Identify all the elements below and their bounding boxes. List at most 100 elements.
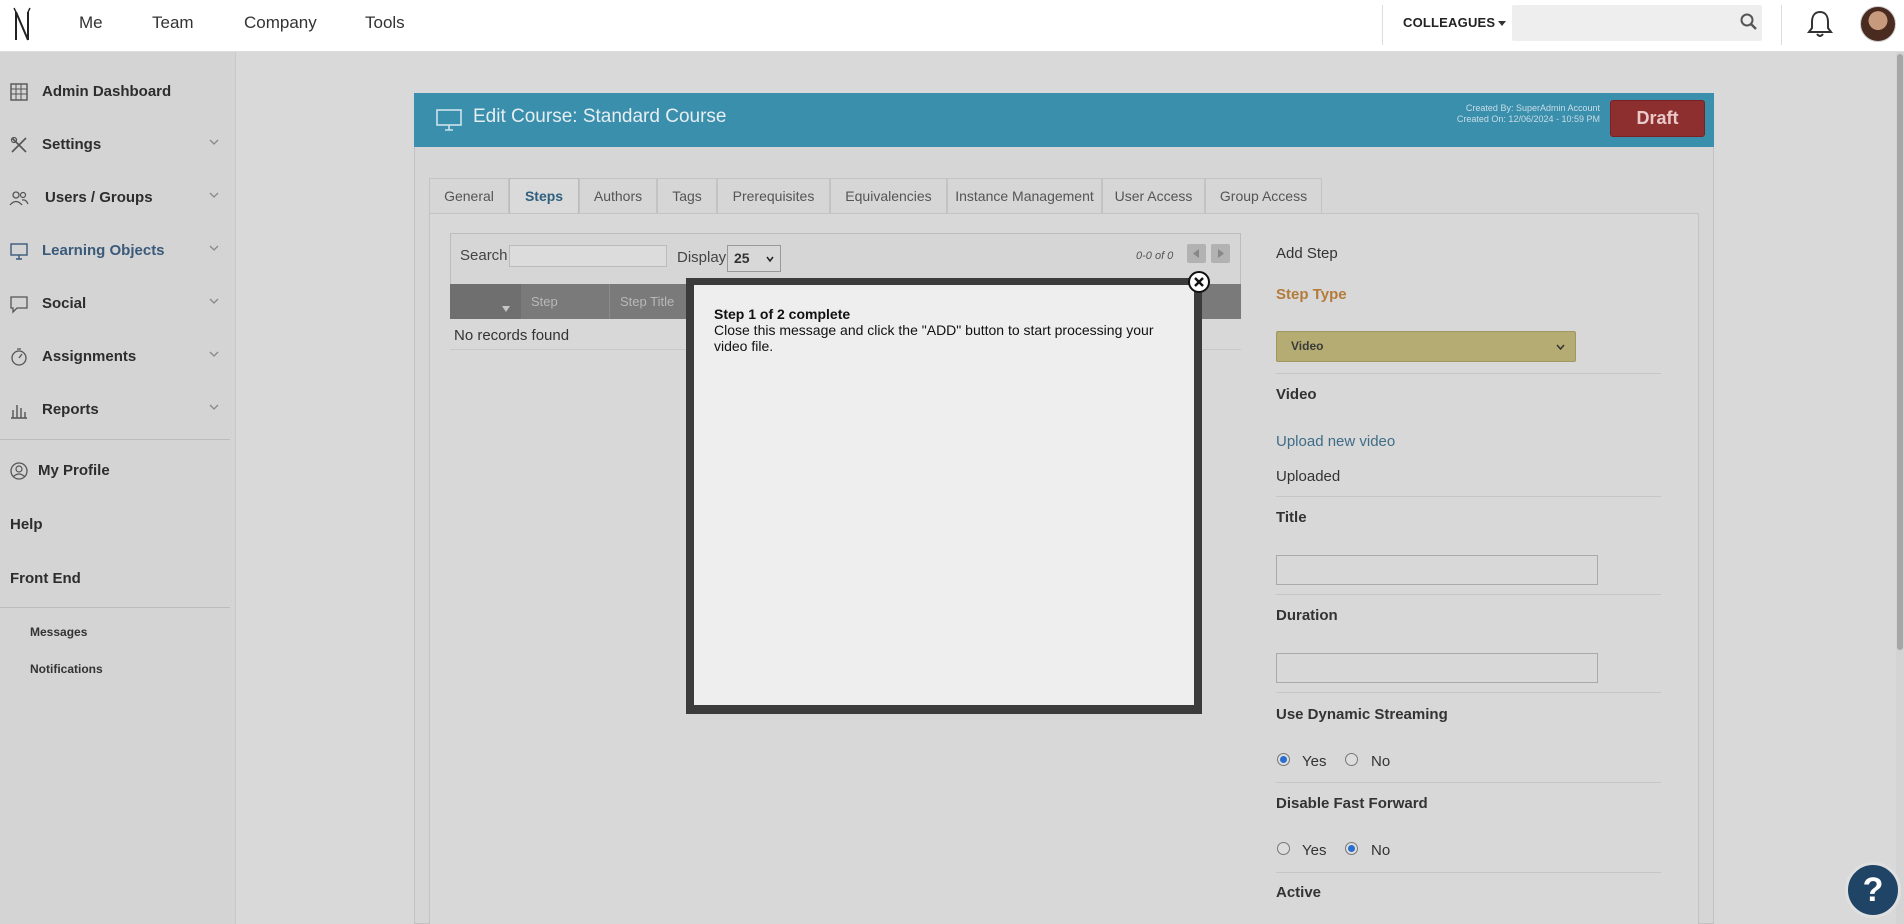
bar-chart-icon: [11, 405, 27, 419]
sidebar-item-assignments[interactable]: Assignments: [0, 337, 236, 377]
sidebar-item-label: Admin Dashboard: [42, 83, 172, 100]
sidebar-item-notifications[interactable]: Notifications: [30, 662, 103, 676]
tab-equivalencies[interactable]: Equivalencies: [830, 178, 947, 214]
dynamic-streaming-yes-label: Yes: [1302, 753, 1327, 770]
sidebar-item-users-groups[interactable]: Users / Groups: [0, 178, 236, 218]
add-step-heading: Add Step: [1276, 245, 1338, 262]
tab-prerequisites[interactable]: Prerequisites: [717, 178, 830, 214]
dashboard-icon: [10, 83, 28, 101]
tab-group-access[interactable]: Group Access: [1205, 178, 1322, 214]
modal-close-button[interactable]: [1188, 271, 1210, 293]
grid-display-label: Display: [677, 249, 727, 266]
modal-title: Step 1 of 2 complete: [714, 306, 851, 322]
form-divider: [1276, 872, 1661, 873]
grid-column-divider: [609, 284, 610, 319]
bell-icon[interactable]: [1806, 9, 1834, 39]
dynamic-streaming-yes-radio[interactable]: [1277, 753, 1290, 766]
user-circle-icon: [10, 462, 28, 480]
sidebar-item-social[interactable]: Social: [0, 284, 236, 324]
dynamic-streaming-no-label: No: [1371, 753, 1391, 770]
form-divider: [1276, 594, 1661, 595]
grid-prev-page-button[interactable]: [1187, 244, 1206, 263]
video-label: Video: [1276, 386, 1317, 403]
nav-company[interactable]: Company: [244, 13, 317, 33]
step-type-select[interactable]: Video: [1276, 331, 1576, 362]
tab-user-access[interactable]: User Access: [1102, 178, 1205, 214]
global-search-input[interactable]: [1512, 5, 1762, 41]
modal-message: Close this message and click the "ADD" b…: [714, 322, 1154, 354]
dynamic-streaming-label: Use Dynamic Streaming: [1276, 706, 1448, 723]
page-title: Edit Course: Standard Course: [473, 106, 727, 127]
upload-new-video-link[interactable]: Upload new video: [1276, 433, 1395, 450]
nav-team[interactable]: Team: [152, 13, 194, 33]
nav-tools[interactable]: Tools: [365, 13, 405, 33]
settings-tools-icon: [10, 136, 27, 153]
title-input[interactable]: [1276, 555, 1598, 585]
tab-steps[interactable]: Steps: [509, 178, 579, 215]
grid-record-count: 0-0 of 0: [1136, 250, 1174, 262]
sidebar-item-label: Settings: [42, 136, 102, 153]
logo-icon[interactable]: [12, 6, 32, 44]
arrow-right-icon: [1218, 249, 1224, 258]
nav-divider: [1382, 5, 1383, 45]
sidebar-item-label: Social: [42, 295, 87, 312]
avatar[interactable]: [1860, 6, 1896, 42]
dynamic-streaming-no-radio[interactable]: [1345, 753, 1358, 766]
fast-forward-yes-radio[interactable]: [1277, 842, 1290, 855]
chevron-down-icon: [209, 298, 219, 304]
grid-select-column[interactable]: [450, 284, 521, 319]
sidebar-item-label: My Profile: [38, 462, 110, 479]
sidebar-divider: [0, 607, 230, 608]
top-navigation-bar: Me Team Company Tools COLLEAGUES: [0, 0, 1904, 52]
chevron-down-icon: [209, 139, 219, 145]
tab-tags[interactable]: Tags: [657, 178, 717, 214]
colleagues-label: COLLEAGUES: [1403, 15, 1496, 30]
tab-general[interactable]: General: [429, 178, 509, 214]
sidebar-item-settings[interactable]: Settings: [0, 125, 236, 165]
grid-column-step-title[interactable]: Step Title: [620, 294, 674, 309]
scrollbar-thumb[interactable]: [1897, 54, 1903, 650]
active-label: Active: [1276, 884, 1322, 901]
duration-input[interactable]: [1276, 653, 1598, 683]
draft-status-button[interactable]: Draft: [1610, 100, 1705, 137]
form-divider: [1276, 782, 1661, 783]
sidebar-item-help[interactable]: Help: [10, 516, 43, 533]
sidebar-item-learning-objects[interactable]: Learning Objects: [0, 231, 236, 271]
step-type-label: Step Type: [1276, 286, 1347, 303]
grid-column-step[interactable]: Step: [531, 294, 558, 309]
search-icon[interactable]: [1739, 12, 1759, 32]
course-meta: Created By: SuperAdmin Account Created O…: [1400, 103, 1600, 125]
grid-display-value: 25: [734, 250, 750, 266]
chevron-down-icon: [209, 192, 219, 198]
grid-next-page-button[interactable]: [1211, 244, 1230, 263]
nav-me[interactable]: Me: [79, 13, 103, 33]
sidebar-item-label: Reports: [42, 401, 99, 418]
uploaded-status: Uploaded: [1276, 468, 1341, 485]
sidebar-item-my-profile[interactable]: My Profile: [0, 451, 236, 491]
sidebar-item-reports[interactable]: Reports: [0, 390, 236, 430]
sidebar-item-admin-dashboard[interactable]: Admin Dashboard: [0, 72, 236, 112]
sidebar-item-label: Assignments: [42, 348, 137, 365]
colleagues-dropdown[interactable]: COLLEAGUES: [1403, 15, 1507, 30]
grid-search-input[interactable]: [509, 245, 667, 267]
chevron-down-icon: [209, 351, 219, 357]
title-label: Title: [1276, 509, 1307, 526]
fast-forward-yes-label: Yes: [1302, 842, 1327, 859]
created-on: Created On: 12/06/2024 - 10:59 PM: [1456, 114, 1600, 124]
sidebar-item-front-end[interactable]: Front End: [10, 570, 81, 587]
monitor-icon: [10, 243, 28, 260]
grid-search-label: Search: [460, 247, 508, 264]
fast-forward-no-radio[interactable]: [1345, 842, 1358, 855]
stopwatch-icon: [11, 348, 27, 366]
sidebar-item-messages[interactable]: Messages: [30, 625, 87, 639]
fast-forward-no-label: No: [1371, 842, 1391, 859]
arrow-left-icon: [1193, 249, 1199, 258]
step-type-value: Video: [1291, 339, 1324, 353]
tab-instance-management[interactable]: Instance Management: [947, 178, 1102, 214]
tab-authors[interactable]: Authors: [579, 178, 657, 214]
sort-down-icon[interactable]: [502, 306, 510, 312]
grid-empty-message: No records found: [454, 327, 570, 344]
sidebar-item-label: Users / Groups: [45, 189, 153, 206]
help-button[interactable]: ?: [1845, 862, 1901, 918]
grid-display-select[interactable]: 25: [727, 245, 781, 272]
